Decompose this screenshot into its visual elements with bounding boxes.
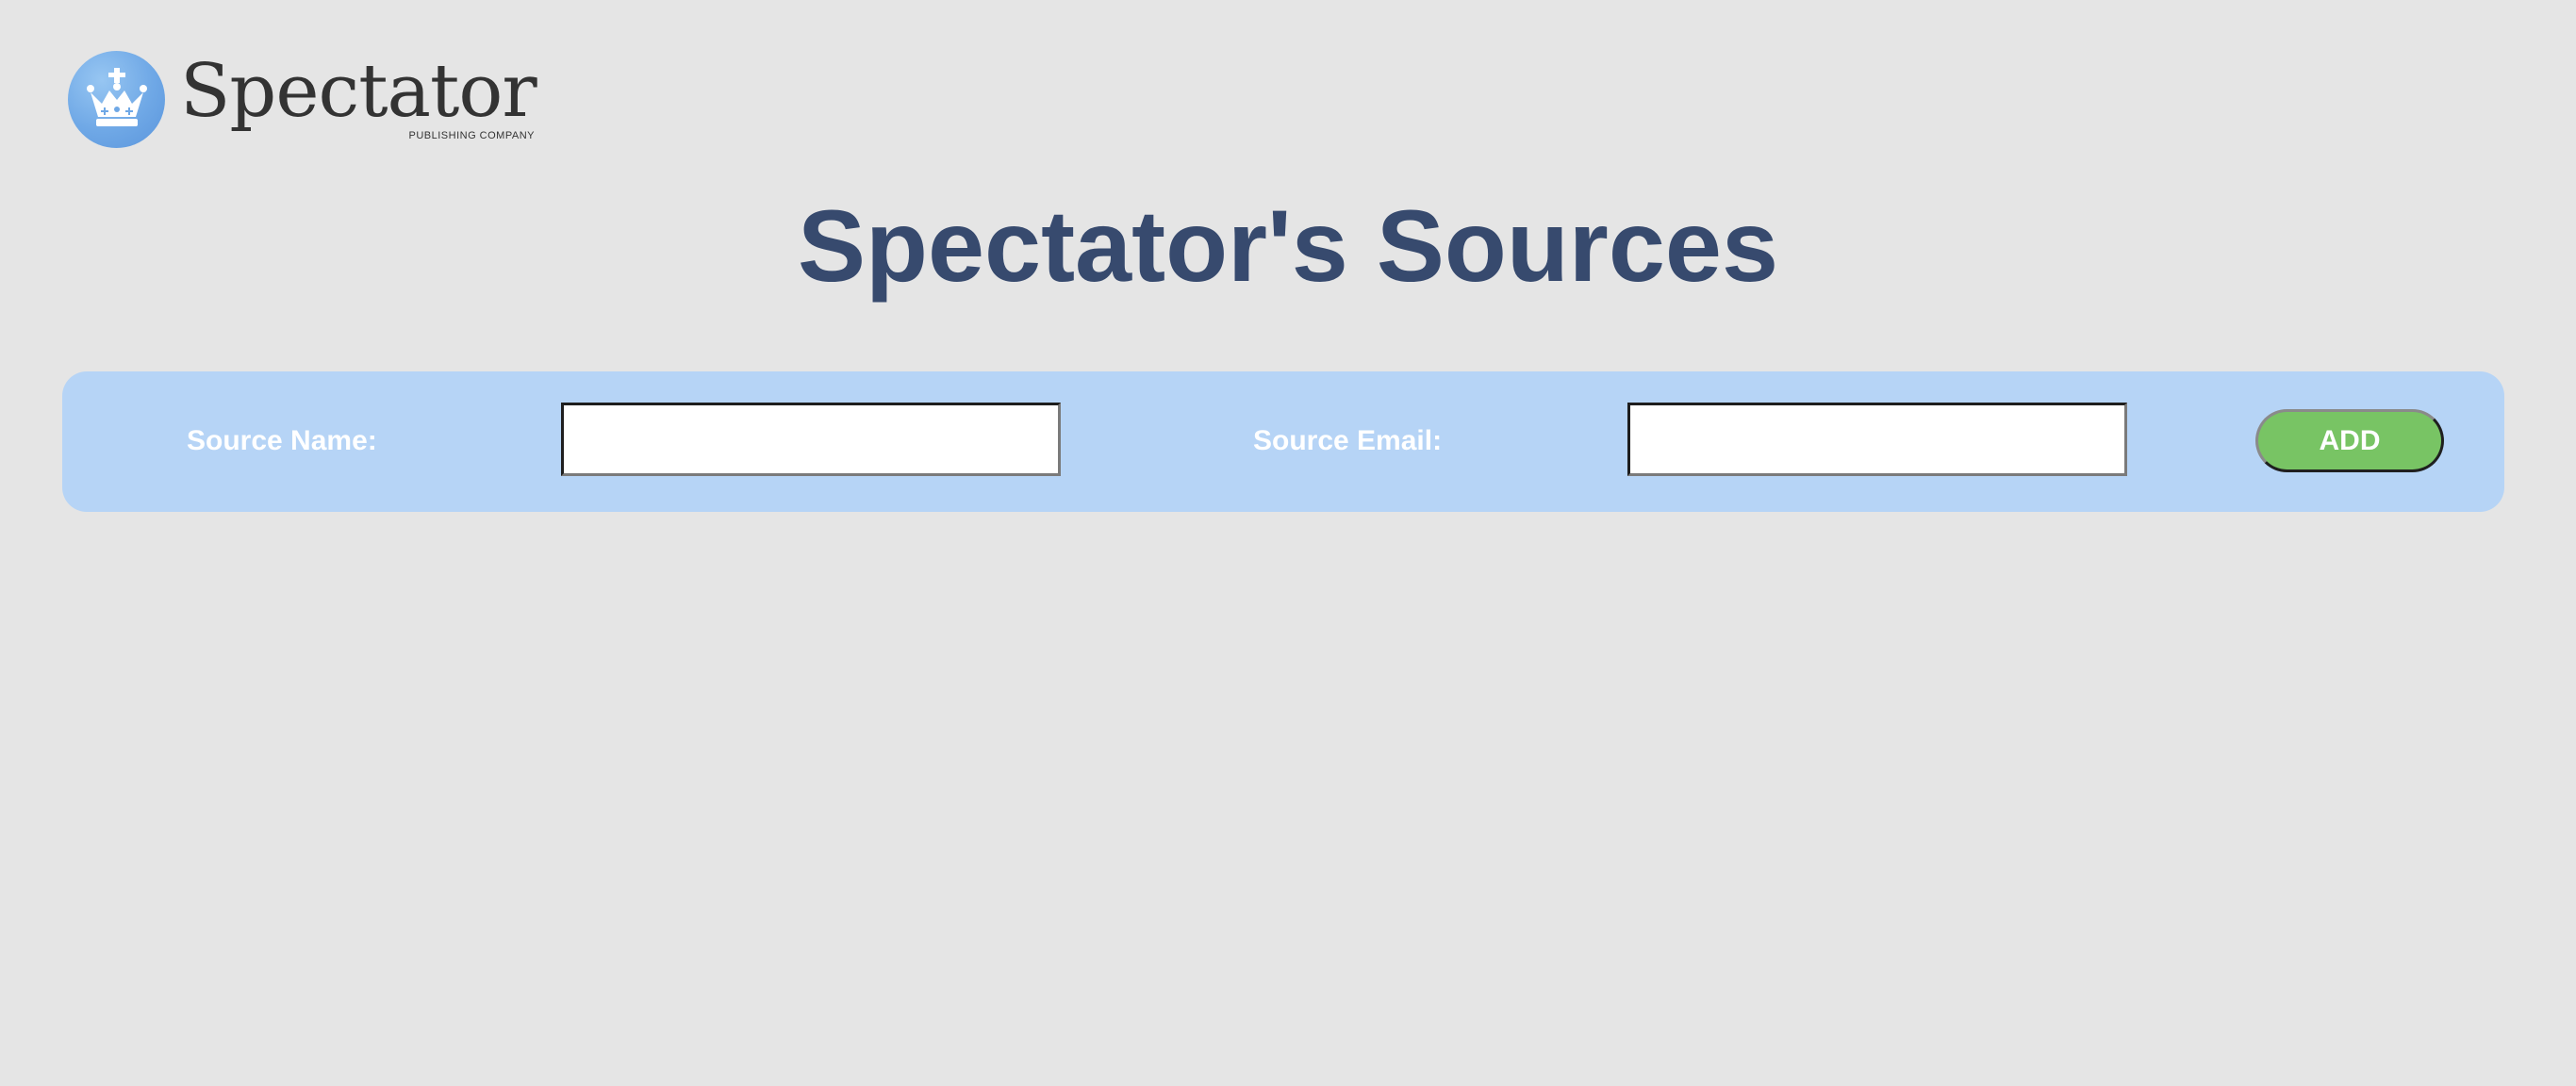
logo-text: Spectator PUBLISHING COMPANY [180, 49, 537, 141]
source-email-input[interactable] [1627, 403, 2127, 476]
source-email-label: Source Email: [1253, 425, 1443, 456]
spectator-logo: Spectator PUBLISHING COMPANY [68, 49, 537, 148]
add-button[interactable]: ADD [2255, 409, 2444, 472]
page-title: Spectator's Sources [797, 189, 1779, 303]
source-name-label: Source Name: [187, 425, 377, 456]
logo-emblem [68, 51, 165, 148]
source-name-input[interactable] [561, 403, 1061, 476]
logo-tagline: PUBLISHING COMPANY [408, 130, 535, 141]
add-source-form: Source Name: Source Email: ADD [62, 371, 2504, 512]
crown-icon [86, 67, 147, 126]
logo-wordmark: Spectator [180, 49, 537, 134]
